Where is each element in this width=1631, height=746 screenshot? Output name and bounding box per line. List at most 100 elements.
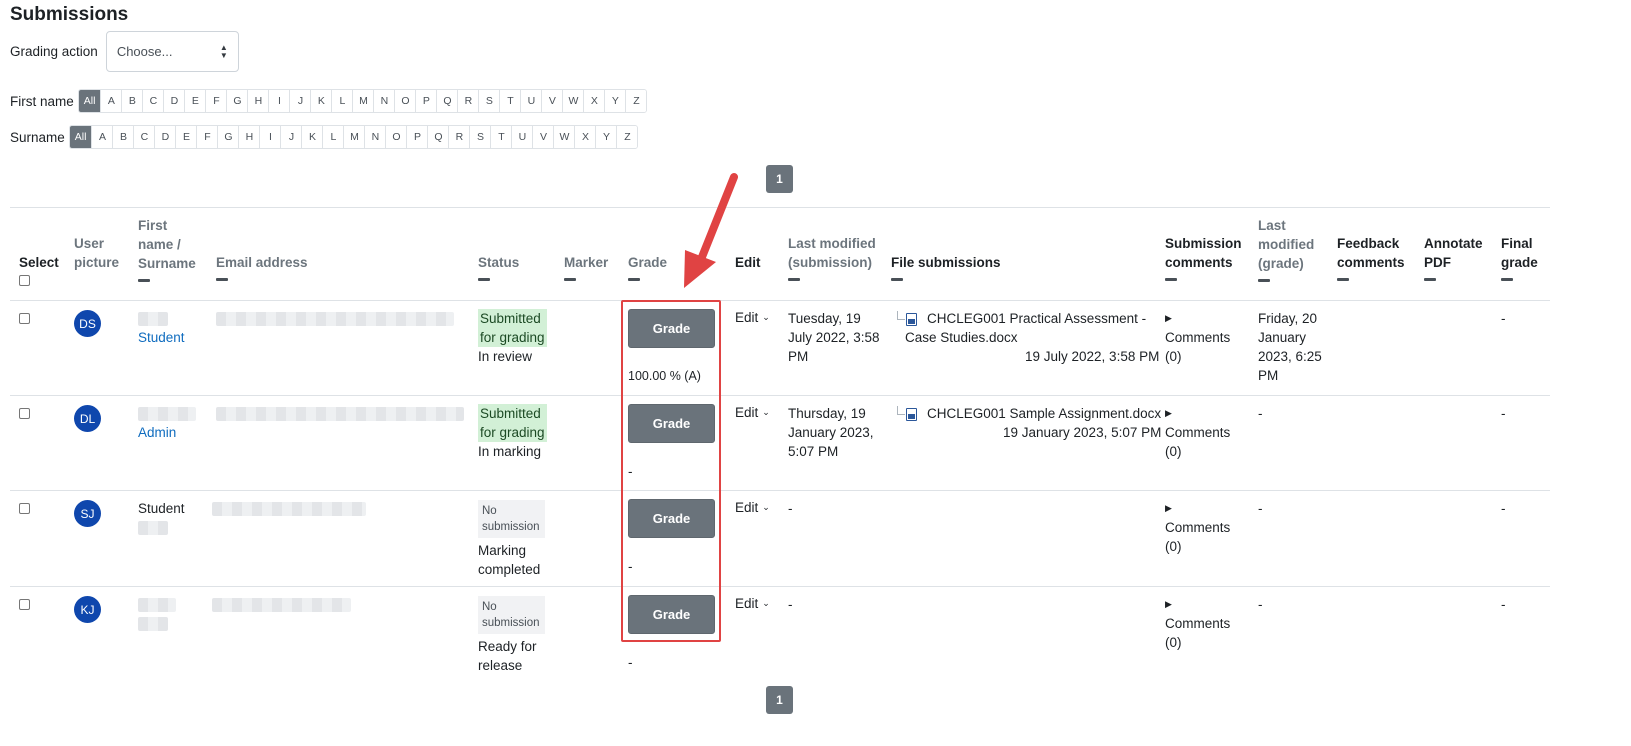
collapse-icon[interactable] (1258, 279, 1270, 282)
surname-letter-w[interactable]: W (553, 126, 575, 148)
first-name-letter-g[interactable]: G (226, 90, 248, 112)
row-checkbox[interactable] (19, 313, 30, 324)
surname-letter-y[interactable]: Y (595, 126, 617, 148)
first-name-letter-c[interactable]: C (142, 90, 164, 112)
pagination-page-top[interactable]: 1 (766, 165, 793, 193)
row-divider (10, 300, 1550, 301)
pagination-page-bottom[interactable]: 1 (766, 686, 793, 714)
first-name-letter-i[interactable]: I (268, 90, 290, 112)
user-name[interactable]: Admin (138, 404, 196, 442)
user-name[interactable]: Student (138, 309, 185, 347)
final-grade: - (1501, 311, 1506, 326)
col-last-modified-submission: Last modified (submission) (788, 234, 876, 281)
edit-menu[interactable]: Edit ⌄ (735, 405, 770, 420)
comments-toggle[interactable]: ▶ Comments (0) (1165, 404, 1230, 461)
first-name-letter-d[interactable]: D (163, 90, 185, 112)
surname-letter-m[interactable]: M (343, 126, 365, 148)
grading-action-value: Choose... (116, 44, 173, 59)
first-name-letter-o[interactable]: O (394, 90, 416, 112)
redacted-text (138, 617, 168, 631)
collapse-icon[interactable] (1501, 278, 1513, 281)
last-modified-submission: - (788, 501, 793, 516)
first-name-letter-t[interactable]: T (499, 90, 521, 112)
row-checkbox[interactable] (19, 503, 30, 514)
surname-letter-j[interactable]: J (280, 126, 302, 148)
first-name-letter-m[interactable]: M (352, 90, 374, 112)
first-name-letter-b[interactable]: B (121, 90, 143, 112)
collapse-icon[interactable] (478, 278, 490, 281)
first-name-letter-all[interactable]: All (78, 90, 101, 112)
surname-letter-t[interactable]: T (490, 126, 512, 148)
collapse-icon[interactable] (1337, 278, 1349, 281)
first-name-letter-n[interactable]: N (373, 90, 395, 112)
surname-letter-a[interactable]: A (91, 126, 113, 148)
first-name-letter-s[interactable]: S (478, 90, 500, 112)
surname-letter-o[interactable]: O (385, 126, 407, 148)
redacted-text (216, 407, 464, 421)
collapse-icon[interactable] (891, 278, 903, 281)
surname-letter-d[interactable]: D (154, 126, 176, 148)
collapse-icon[interactable] (1165, 278, 1177, 281)
surname-letter-v[interactable]: V (532, 126, 554, 148)
row-checkbox[interactable] (19, 599, 30, 610)
avatar[interactable]: DS (74, 310, 101, 337)
first-name-letter-w[interactable]: W (562, 90, 584, 112)
first-name-letter-u[interactable]: U (520, 90, 542, 112)
row-checkbox[interactable] (19, 408, 30, 419)
comments-toggle[interactable]: ▶ Comments (0) (1165, 595, 1230, 652)
file-link[interactable]: CHCLEG001 Sample Assignment.docx (927, 404, 1161, 423)
first-name-letter-r[interactable]: R (457, 90, 479, 112)
first-name-letter-z[interactable]: Z (625, 90, 647, 112)
collapse-icon[interactable] (788, 278, 800, 281)
surname-letter-z[interactable]: Z (616, 126, 638, 148)
first-name-letter-p[interactable]: P (415, 90, 437, 112)
select-all-checkbox[interactable] (19, 275, 30, 286)
surname-letter-i[interactable]: I (259, 126, 281, 148)
first-name-letter-l[interactable]: L (331, 90, 353, 112)
surname-letter-all[interactable]: All (69, 126, 92, 148)
edit-menu[interactable]: Edit ⌄ (735, 500, 770, 515)
first-name-letter-j[interactable]: J (289, 90, 311, 112)
avatar[interactable]: KJ (74, 596, 101, 623)
collapse-icon[interactable] (628, 278, 640, 281)
collapse-icon[interactable] (564, 278, 576, 281)
first-name-letter-h[interactable]: H (247, 90, 269, 112)
comments-toggle[interactable]: ▶ Comments (0) (1165, 309, 1230, 366)
first-name-letter-e[interactable]: E (184, 90, 206, 112)
surname-letter-p[interactable]: P (406, 126, 428, 148)
first-name-letter-v[interactable]: V (541, 90, 563, 112)
first-name-letter-q[interactable]: Q (436, 90, 458, 112)
surname-letter-b[interactable]: B (112, 126, 134, 148)
grading-action-select[interactable]: Choose... ▲ ▼ (105, 31, 239, 72)
user-name[interactable]: Student (138, 499, 185, 535)
surname-letter-g[interactable]: G (217, 126, 239, 148)
first-name-letter-f[interactable]: F (205, 90, 227, 112)
edit-menu[interactable]: Edit ⌄ (735, 310, 770, 325)
surname-letter-h[interactable]: H (238, 126, 260, 148)
surname-letter-q[interactable]: Q (427, 126, 449, 148)
surname-letter-r[interactable]: R (448, 126, 470, 148)
first-name-letter-y[interactable]: Y (604, 90, 626, 112)
first-name-letter-k[interactable]: K (310, 90, 332, 112)
collapse-icon[interactable] (1424, 278, 1436, 281)
first-name-letter-x[interactable]: X (583, 90, 605, 112)
surname-letter-c[interactable]: C (133, 126, 155, 148)
surname-letter-u[interactable]: U (511, 126, 533, 148)
comments-toggle[interactable]: ▶ Comments (0) (1165, 499, 1230, 556)
edit-menu[interactable]: Edit ⌄ (735, 596, 770, 611)
surname-letter-k[interactable]: K (301, 126, 323, 148)
collapse-icon[interactable] (216, 278, 228, 281)
collapse-icon[interactable] (138, 279, 150, 282)
file-link-cont[interactable]: Case Studies.docx (905, 328, 1018, 347)
avatar[interactable]: DL (74, 405, 101, 432)
surname-letter-l[interactable]: L (322, 126, 344, 148)
surname-letter-f[interactable]: F (196, 126, 218, 148)
surname-letter-e[interactable]: E (175, 126, 197, 148)
avatar[interactable]: SJ (74, 500, 101, 527)
file-link[interactable]: CHCLEG001 Practical Assessment - (927, 309, 1146, 328)
user-name[interactable] (138, 598, 176, 631)
surname-letter-s[interactable]: S (469, 126, 491, 148)
surname-letter-n[interactable]: N (364, 126, 386, 148)
surname-letter-x[interactable]: X (574, 126, 596, 148)
first-name-letter-a[interactable]: A (100, 90, 122, 112)
